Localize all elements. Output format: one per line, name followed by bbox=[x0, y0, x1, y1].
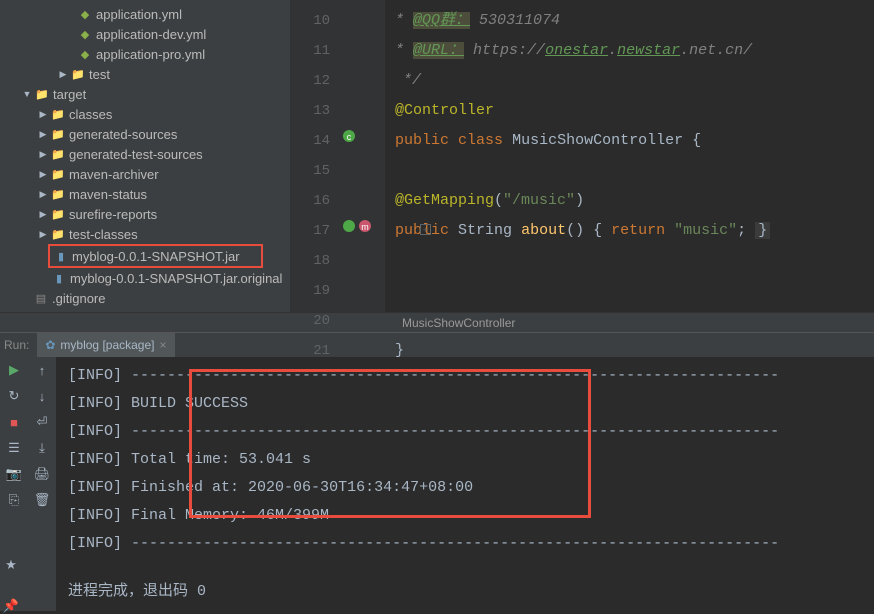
tree-item[interactable]: ◆ application-dev.yml bbox=[0, 24, 290, 44]
folder-label: maven-status bbox=[69, 187, 147, 202]
close-icon[interactable]: × bbox=[159, 338, 166, 352]
stop-icon[interactable]: ■ bbox=[6, 414, 22, 430]
expand-arrow-icon[interactable]: ▶ bbox=[38, 209, 48, 219]
folder-label: test bbox=[89, 67, 110, 82]
finished-time: Finished at: 2020-06-30T16:34:47+08:00 bbox=[131, 479, 473, 496]
file-label: application-dev.yml bbox=[96, 27, 206, 42]
stack-icon[interactable]: ☰ bbox=[6, 440, 22, 456]
folder-label: target bbox=[53, 87, 86, 102]
file-label: .gitignore bbox=[52, 291, 105, 306]
folder-label: maven-archiver bbox=[69, 167, 159, 182]
expand-arrow-icon[interactable]: ▶ bbox=[58, 69, 68, 79]
expand-arrow-icon[interactable]: ▶ bbox=[38, 109, 48, 119]
memory-info: Final Memory: 46M/399M bbox=[131, 507, 329, 524]
file-label: myblog-0.0.1-SNAPSHOT.jar.original bbox=[70, 271, 282, 286]
code-editor[interactable]: 10 11 12 13 14 15 16 17 18 19 20 21 c bbox=[290, 0, 874, 312]
tree-item[interactable]: ▼ 📁 target bbox=[0, 84, 290, 104]
yml-icon: ◆ bbox=[78, 47, 92, 61]
run-icon[interactable]: ▶ bbox=[6, 362, 22, 378]
tree-item[interactable]: ▮ myblog-0.0.1-SNAPSHOT.jar.original bbox=[0, 268, 290, 288]
refresh-icon[interactable]: ↻ bbox=[6, 388, 22, 404]
tree-item[interactable]: ◆ application.yml bbox=[0, 4, 290, 24]
expand-arrow-icon[interactable]: ▶ bbox=[38, 129, 48, 139]
url-link[interactable]: newstar bbox=[617, 42, 680, 59]
comment-tag: @URL： bbox=[413, 42, 464, 59]
folder-label: classes bbox=[69, 107, 112, 122]
tree-item[interactable]: ▶ 📁 test bbox=[0, 64, 290, 84]
up-icon[interactable]: ↑ bbox=[34, 362, 50, 378]
folder-label: generated-test-sources bbox=[69, 147, 203, 162]
folder-icon: 📁 bbox=[51, 147, 65, 161]
favorite-icon[interactable]: ★ bbox=[3, 557, 19, 573]
class-name: MusicShowController bbox=[512, 132, 683, 149]
svg-text:m: m bbox=[361, 222, 369, 232]
folder-icon: 📁 bbox=[71, 67, 85, 81]
folder-icon: 📁 bbox=[51, 207, 65, 221]
file-icon: ▤ bbox=[34, 291, 48, 305]
tree-item[interactable]: ▤ .gitignore bbox=[0, 288, 290, 308]
yml-icon: ◆ bbox=[78, 7, 92, 21]
tree-item[interactable]: ◆ application-pro.yml bbox=[0, 44, 290, 64]
expand-arrow-icon[interactable]: ▶ bbox=[38, 189, 48, 199]
console-output[interactable]: [INFO] ---------------------------------… bbox=[56, 357, 874, 611]
tree-item[interactable]: ▶ 📁 generated-test-sources bbox=[0, 144, 290, 164]
file-label: application.yml bbox=[96, 7, 182, 22]
annotation: @Controller bbox=[395, 102, 494, 119]
folder-label: generated-sources bbox=[69, 127, 177, 142]
folder-icon: 📁 bbox=[51, 227, 65, 241]
print-icon[interactable]: 🖨 bbox=[34, 466, 50, 482]
tree-item[interactable]: ▶ 📁 generated-sources bbox=[0, 124, 290, 144]
tree-item[interactable]: ▶ 📁 classes bbox=[0, 104, 290, 124]
folder-icon: 📁 bbox=[51, 107, 65, 121]
spring-mapping-icon[interactable]: m bbox=[342, 219, 372, 233]
yml-icon: ◆ bbox=[78, 27, 92, 41]
spring-bean-icon[interactable]: c bbox=[342, 129, 356, 143]
delete-icon[interactable]: 🗑 bbox=[34, 492, 50, 508]
folder-label: test-classes bbox=[69, 227, 138, 242]
maven-icon: ✿ bbox=[45, 338, 55, 352]
total-time: Total time: 53.041 s bbox=[131, 451, 311, 468]
expand-arrow-icon[interactable]: ▶ bbox=[38, 229, 48, 239]
tree-item[interactable]: ▶ 📁 surefire-reports bbox=[0, 204, 290, 224]
tree-item-highlighted[interactable]: ▮ myblog-0.0.1-SNAPSHOT.jar bbox=[50, 246, 261, 266]
pin-icon[interactable]: 📌 bbox=[3, 598, 19, 614]
run-tab[interactable]: ✿ myblog [package] × bbox=[37, 333, 174, 357]
jar-icon: ▮ bbox=[52, 271, 66, 285]
fold-icon[interactable]: + bbox=[420, 224, 431, 235]
comment-tag: @QQ群： bbox=[413, 12, 470, 29]
export-icon[interactable]: ⎘ bbox=[6, 492, 22, 508]
svg-text:c: c bbox=[347, 132, 352, 142]
method-name: about bbox=[521, 222, 566, 239]
camera-icon[interactable]: 📷 bbox=[6, 466, 22, 482]
wrap-icon[interactable]: ⏎ bbox=[34, 414, 50, 430]
project-tree[interactable]: ◆ application.yml ◆ application-dev.yml … bbox=[0, 0, 290, 312]
annotation: @GetMapping bbox=[395, 192, 494, 209]
tree-item[interactable]: ▶ 📁 maven-status bbox=[0, 184, 290, 204]
comment-end: */ bbox=[395, 72, 421, 89]
jar-icon: ▮ bbox=[54, 249, 68, 263]
url-link[interactable]: onestar bbox=[545, 42, 608, 59]
run-tab-label: myblog [package] bbox=[60, 338, 154, 352]
exit-message: 进程完成，退出码 0 bbox=[68, 578, 862, 606]
folder-icon: 📁 bbox=[51, 167, 65, 181]
down-icon[interactable]: ↓ bbox=[34, 388, 50, 404]
tree-item[interactable]: ▶ 📁 test-classes bbox=[0, 224, 290, 244]
file-label: application-pro.yml bbox=[96, 47, 205, 62]
file-label: myblog-0.0.1-SNAPSHOT.jar bbox=[72, 249, 240, 264]
folder-icon: 📁 bbox=[35, 87, 49, 101]
folder-label: surefire-reports bbox=[69, 207, 157, 222]
expand-arrow-icon[interactable]: ▶ bbox=[38, 149, 48, 159]
collapse-arrow-icon[interactable]: ▼ bbox=[22, 89, 32, 99]
run-toolbar-right: ↑ ↓ ⏎ ⤓ 🖨 🗑 bbox=[28, 357, 56, 611]
build-status: BUILD SUCCESS bbox=[131, 395, 248, 412]
tree-item[interactable]: ▶ 📁 maven-archiver bbox=[0, 164, 290, 184]
run-panel-label: Run: bbox=[4, 338, 29, 352]
expand-arrow-icon[interactable]: ▶ bbox=[38, 169, 48, 179]
scroll-icon[interactable]: ⤓ bbox=[34, 440, 50, 456]
comment-value: 530311074 bbox=[479, 12, 560, 29]
folder-icon: 📁 bbox=[51, 187, 65, 201]
line-numbers: 10 11 12 13 14 15 16 17 18 19 20 21 bbox=[290, 0, 340, 312]
folder-icon: 📁 bbox=[51, 127, 65, 141]
